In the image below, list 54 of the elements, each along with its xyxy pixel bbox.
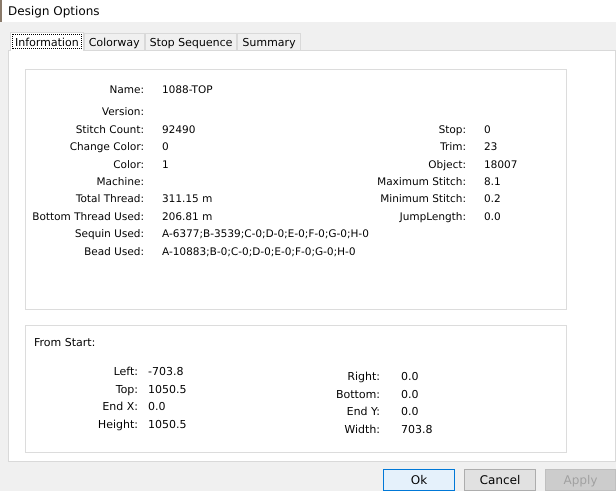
field-label: Height: [96, 416, 138, 433]
tab[interactable]: Summary [237, 33, 301, 50]
field-label: Bead Used: [83, 244, 144, 260]
field-value: A-10883;B-0;C-0;D-0;E-0;F-0;G-0;H-0 [162, 244, 357, 260]
field-value: 1 [162, 158, 170, 173]
field-value: 1050.5 [148, 382, 188, 398]
field-label: Sequin Used: [74, 227, 144, 242]
tab[interactable]: Colorway [84, 33, 145, 50]
field-label: Version: [100, 105, 144, 120]
field-label: End Y: [346, 404, 380, 420]
field-value: 0.0 [401, 404, 420, 420]
field-label: Top: [114, 382, 138, 398]
field-label: Change Color: [68, 140, 144, 156]
field-label: Minimum Stitch: [379, 192, 466, 208]
field-value: 1088-TOP [162, 83, 214, 98]
field-label: Trim: [439, 140, 466, 156]
field-label: Name: [108, 83, 144, 98]
dialog-button[interactable]: Ok [383, 469, 455, 491]
field-label: Bottom Thread Used: [31, 210, 144, 225]
field-label: Bottom: [334, 386, 380, 403]
tab[interactable]: Stop Sequence [144, 33, 238, 50]
field-label: Right: [346, 369, 380, 385]
field-value: 0.0 [401, 369, 420, 385]
field-value: 18007 [484, 158, 518, 173]
tab[interactable]: Information [10, 32, 84, 51]
field-value: 8.1 [484, 175, 502, 190]
field-value: 0.0 [484, 210, 502, 225]
group-title: From Start: [34, 336, 96, 349]
field-label: Left: [112, 364, 138, 380]
field-value: A-6377;B-3539;C-0;D-0;E-0;F-0;G-0;H-0 [162, 227, 370, 242]
field-label: Total Thread: [74, 192, 144, 208]
field-value: 1050.5 [148, 416, 188, 433]
field-value: 0.0 [148, 399, 166, 416]
field-label: Width: [343, 422, 380, 438]
field-value: -703.8 [148, 364, 184, 380]
field-value: 92490 [162, 122, 196, 138]
field-label: Object: [427, 158, 466, 173]
field-label: Color: [112, 158, 144, 173]
field-value: 0 [484, 122, 492, 138]
field-value: 703.8 [401, 422, 432, 438]
field-value: 0.2 [484, 192, 502, 208]
field-value: 206.81 m [162, 210, 214, 225]
field-label: Stitch Count: [74, 122, 144, 138]
field-label: Maximum Stitch: [376, 175, 466, 190]
field-label: Stop: [438, 122, 466, 138]
field-value: 23 [484, 140, 498, 156]
field-value: 0 [162, 140, 170, 156]
dialog-button[interactable]: Cancel [464, 469, 536, 491]
field-label: Machine: [96, 175, 144, 190]
window-title: Design Options [8, 4, 100, 18]
field-label: JumpLength: [398, 210, 466, 225]
field-label: End X: [101, 399, 138, 416]
field-value: 311.15 m [162, 192, 214, 208]
field-value: 0.0 [401, 386, 420, 403]
